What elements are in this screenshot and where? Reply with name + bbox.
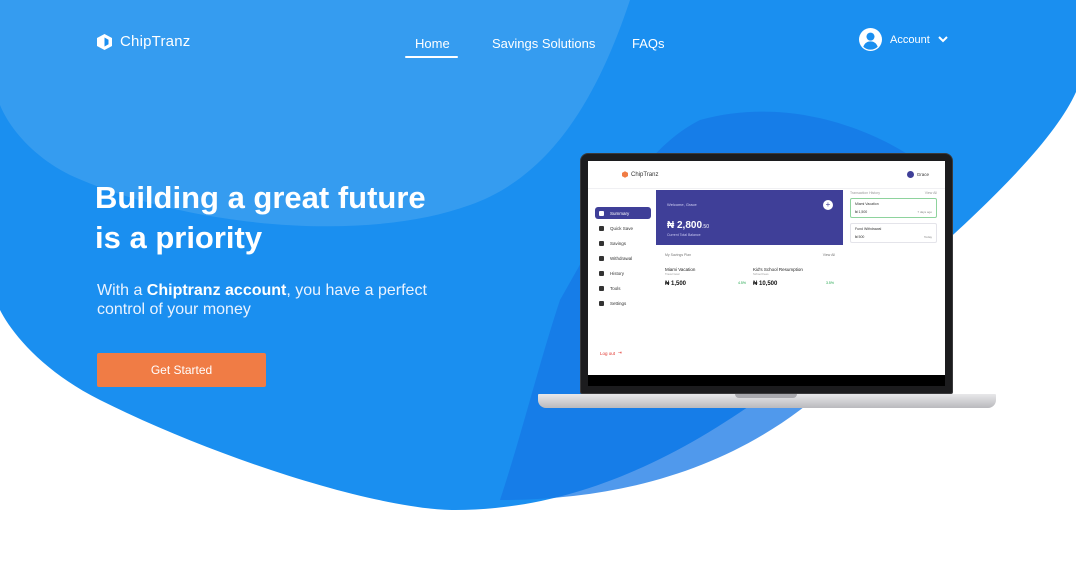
dashboard-username: Grace <box>916 172 929 177</box>
dashboard-sidebar-label: Savings <box>610 240 627 246</box>
user-avatar-icon <box>906 171 914 178</box>
dashboard-sidebar: Summary Quick Save Savings Withdrawal Hi… <box>588 189 655 357</box>
get-started-button[interactable]: Get Started <box>97 353 266 387</box>
dashboard-balance-card: Welcome, Grace + ₦ 2,800.50 Current Tota… <box>656 190 843 245</box>
dashboard-screenshot: ChipTranz Grace Summary Quick Save Savin… <box>588 161 945 386</box>
account-label: Account <box>890 33 930 46</box>
laptop-notch <box>735 394 797 398</box>
dashboard-sidebar-item: Savings <box>595 237 651 249</box>
dashboard-transaction-item: Miami Vacation ₦ 1,500 7 days ago <box>850 198 937 218</box>
hero-title-line2: is a priority <box>95 220 263 255</box>
laptop-mockup: ChipTranz Grace Summary Quick Save Savin… <box>580 153 953 394</box>
nav-faqs[interactable]: FAQs <box>632 36 665 51</box>
nav-active-indicator <box>405 56 458 58</box>
dashboard-trans-view-all: View All <box>924 191 937 195</box>
dashboard-sidebar-item: Quick Save <box>595 222 651 234</box>
hero-title: Building a great future is a priority <box>95 178 515 258</box>
hero-subtitle-prefix: With a <box>97 282 147 299</box>
nav-home[interactable]: Home <box>415 36 450 51</box>
home-icon <box>599 210 604 216</box>
dashboard-sidebar-label: Withdrawal <box>610 255 633 261</box>
dashboard-transaction-date: Today <box>923 235 932 239</box>
dashboard-footer-bar <box>588 375 945 386</box>
dashboard-plan-amount: ₦ 1,500 <box>665 281 687 287</box>
dashboard-transaction-title: Miami Vacation <box>855 202 879 206</box>
nav-savings-solutions[interactable]: Savings Solutions <box>492 36 595 51</box>
dashboard-sidebar-label: Settings <box>610 300 627 306</box>
briefcase-icon <box>599 285 604 291</box>
dashboard-plans-view-all: View All <box>822 253 835 257</box>
chevron-down-icon <box>938 36 948 43</box>
dashboard-plan-amount: ₦ 10,500 <box>753 281 778 287</box>
user-avatar-icon <box>859 28 882 51</box>
dashboard-sidebar-item: Withdrawal <box>595 252 651 264</box>
dashboard-transaction-title: Fund Withdrawal <box>855 227 882 231</box>
dashboard-plans-title: My Savings Plan <box>665 253 692 257</box>
dashboard-plan-percent: 4.5% <box>738 281 746 285</box>
history-icon <box>599 270 604 276</box>
dashboard-plans-header: My Savings Plan View All <box>665 253 835 257</box>
transfer-icon <box>599 255 604 261</box>
dashboard-brand: ChipTranz <box>622 171 658 178</box>
dashboard-transaction-amount: ₦ 1,500 <box>855 210 868 214</box>
dashboard-plan-percent: 3.5% <box>826 281 834 285</box>
dashboard-welcome: Welcome, Grace <box>667 202 697 207</box>
dashboard-sidebar-label: Tools <box>610 285 621 291</box>
dashboard-balance-value: ₦ 2,800 <box>667 220 703 231</box>
hero-subtitle-bold: Chiptranz account <box>146 282 287 299</box>
dashboard-transaction-date: 7 days ago <box>917 210 932 214</box>
apple-icon <box>599 225 604 231</box>
dashboard-trans-header: Transaction History View All <box>850 191 937 195</box>
hero-subtitle: With a Chiptranz account, you have a per… <box>97 281 457 319</box>
dashboard-plan-card: Miami Vacation Travel Goal ₦ 1,500 4.5% <box>665 267 750 287</box>
plus-icon: + <box>823 200 833 210</box>
account-menu[interactable]: Account <box>859 28 948 51</box>
dashboard-sidebar-item: History <box>595 267 651 279</box>
dashboard-transaction-item: Fund Withdrawal ₦ 500 Today <box>850 223 937 243</box>
dashboard-transaction-amount: ₦ 500 <box>855 235 865 239</box>
dashboard-logout: Log out ⇥ <box>600 350 622 356</box>
dashboard-plan-sub: School Fees <box>753 272 769 276</box>
dashboard-sidebar-label: Quick Save <box>610 225 634 231</box>
dashboard-plan-card: Kid's School Resumption School Fees ₦ 10… <box>753 267 838 287</box>
dashboard-sidebar-label: Summary <box>610 210 630 216</box>
logout-icon: ⇥ <box>618 350 622 355</box>
dashboard-sidebar-label: History <box>610 270 625 276</box>
dashboard-header: ChipTranz Grace <box>588 161 945 189</box>
dashboard-sidebar-item: Settings <box>595 297 651 309</box>
gear-icon <box>599 300 604 306</box>
dashboard-balance-decimals: .50 <box>702 224 709 230</box>
dashboard-plan-sub: Travel Goal <box>665 272 680 276</box>
dashboard-trans-title: Transaction History <box>850 191 881 195</box>
dashboard-brand-name: ChipTranz <box>631 171 659 178</box>
dashboard-sidebar-item: Summary <box>595 207 651 219</box>
dashboard-balance-label: Current Total Balance <box>667 233 701 237</box>
dashboard-savings-plans: My Savings Plan View All Miami Vacation … <box>656 247 843 357</box>
hero-title-line1: Building a great future <box>95 180 426 215</box>
dashboard-transactions: Transaction History View All Miami Vacat… <box>847 190 941 357</box>
dashboard-user-menu: Grace <box>906 171 929 178</box>
dashboard-balance: ₦ 2,800.50 <box>667 220 709 231</box>
dashboard-sidebar-item: Tools <box>595 282 651 294</box>
savings-icon <box>599 240 604 246</box>
cube-logo-icon <box>622 171 628 178</box>
dashboard-logout-label: Log out <box>600 350 616 356</box>
